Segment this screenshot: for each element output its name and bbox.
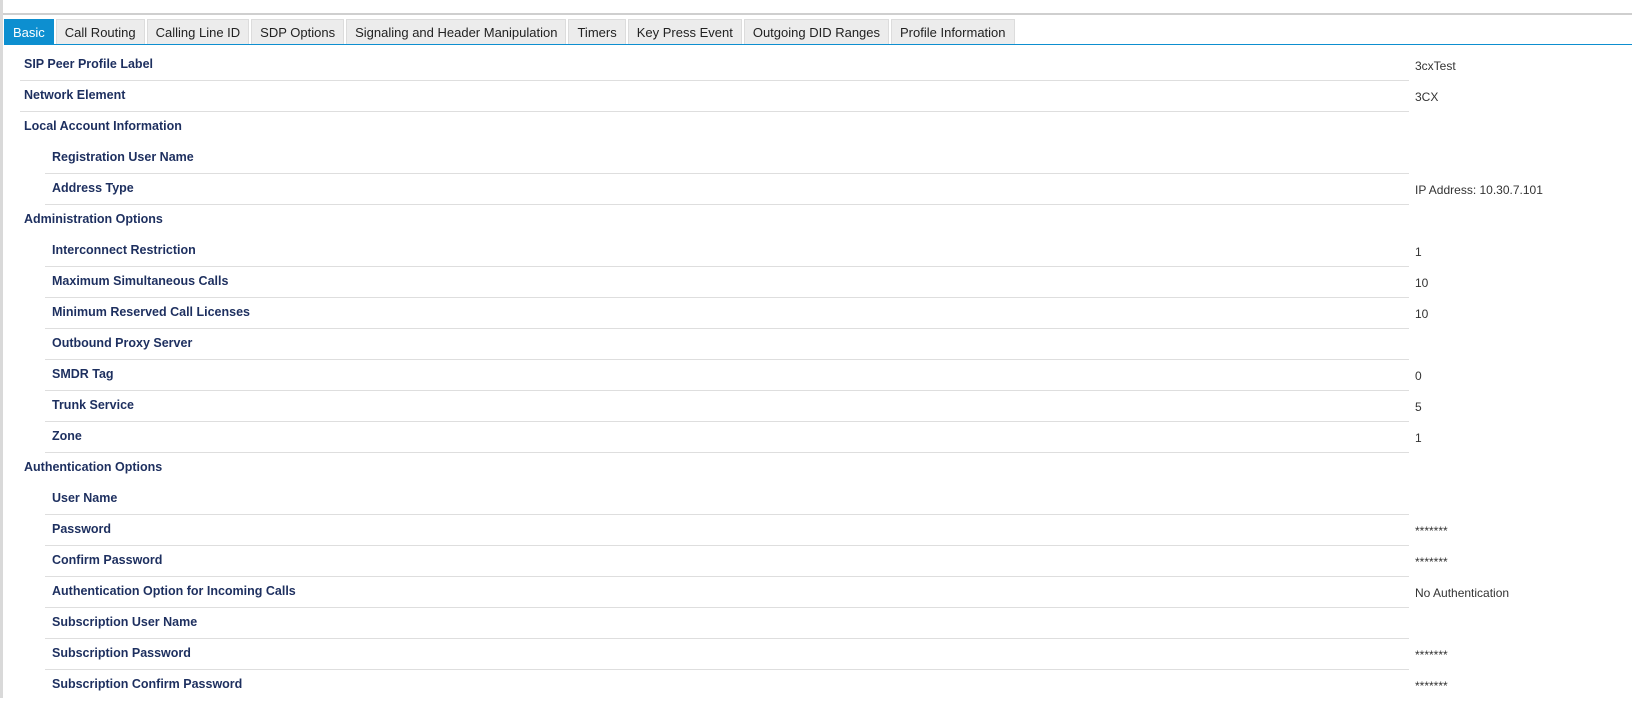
field-value: 1 (1415, 245, 1422, 259)
field-row-user-name: User Name (0, 484, 1632, 515)
field-row-zone: Zone 1 (0, 422, 1632, 453)
field-row-address-type: Address Type IP Address: 10.30.7.101 (0, 174, 1632, 205)
field-label: Authentication Options (24, 460, 163, 474)
field-row-trunk-service: Trunk Service 5 (0, 391, 1632, 422)
field-value: 10 (1415, 276, 1429, 290)
tab-timers[interactable]: Timers (568, 19, 626, 44)
field-label: Outbound Proxy Server (52, 336, 193, 350)
field-row-registration-user-name: Registration User Name (0, 143, 1632, 174)
field-label: Subscription Password (52, 646, 191, 660)
field-label: Trunk Service (52, 398, 134, 412)
field-row-minimum-reserved-call-licenses: Minimum Reserved Call Licenses 10 (0, 298, 1632, 329)
section-row-authentication-options: Authentication Options (0, 453, 1632, 484)
field-label: Network Element (24, 88, 126, 102)
field-label: Registration User Name (52, 150, 194, 164)
field-label: Minimum Reserved Call Licenses (52, 305, 250, 319)
field-label: Password (52, 522, 112, 536)
tab-profile-information[interactable]: Profile Information (891, 19, 1015, 44)
field-label: SMDR Tag (52, 367, 114, 381)
section-row-sip-peer-profile-label: SIP Peer Profile Label 3cxTest (0, 50, 1632, 81)
field-label: Authentication Option for Incoming Calls (52, 584, 296, 598)
field-label: Confirm Password (52, 553, 163, 567)
properties-list: SIP Peer Profile Label 3cxTest Network Ele… (0, 50, 1632, 701)
field-label: Zone (52, 429, 82, 443)
field-label: Local Account Information (24, 119, 182, 133)
field-row-outbound-proxy-server: Outbound Proxy Server (0, 329, 1632, 360)
field-label: Subscription User Name (52, 615, 198, 629)
field-value: 0 (1415, 369, 1422, 383)
tab-key-press-event[interactable]: Key Press Event (627, 19, 742, 44)
field-value: 5 (1415, 400, 1422, 414)
tab-signaling-and-header-manipulation[interactable]: Signaling and Header Manipulation (346, 19, 567, 44)
section-row-network-element: Network Element 3CX (0, 81, 1632, 112)
field-value: 3cxTest (1415, 59, 1456, 73)
field-row-subscription-user-name: Subscription User Name (0, 608, 1632, 639)
field-value: 3CX (1415, 90, 1439, 104)
tab-outgoing-did-ranges[interactable]: Outgoing DID Ranges (743, 19, 890, 44)
field-label: Subscription Confirm Password (52, 677, 243, 691)
field-row-smdr-tag: SMDR Tag 0 (0, 360, 1632, 391)
field-label: Interconnect Restriction (52, 243, 196, 257)
field-value: ******* (1415, 555, 1448, 569)
field-label: User Name (52, 491, 118, 505)
field-row-confirm-password: Confirm Password ******* (0, 546, 1632, 577)
tab-sdp-options[interactable]: SDP Options (251, 19, 345, 44)
section-row-administration-options: Administration Options (0, 205, 1632, 236)
section-row-local-account-information: Local Account Information (0, 112, 1632, 143)
top-divider (3, 13, 1632, 15)
tab-call-routing[interactable]: Call Routing (55, 19, 145, 44)
field-row-password: Password ******* (0, 515, 1632, 546)
field-row-maximum-simultaneous-calls: Maximum Simultaneous Calls 10 (0, 267, 1632, 298)
field-row-authentication-option-for-incoming-calls: Authentication Option for Incoming Calls… (0, 577, 1632, 608)
profile-panel: Basic Call Routing Calling Line ID SDP Opti… (0, 0, 1632, 698)
field-value: IP Address: 10.30.7.101 (1415, 183, 1543, 197)
tab-calling-line-id[interactable]: Calling Line ID (146, 19, 250, 44)
field-label: SIP Peer Profile Label (24, 57, 153, 71)
field-row-interconnect-restriction: Interconnect Restriction 1 (0, 236, 1632, 267)
field-row-subscription-password: Subscription Password ******* (0, 639, 1632, 670)
field-row-subscription-confirm-password: Subscription Confirm Password ******* (0, 670, 1632, 701)
field-value: 10 (1415, 307, 1429, 321)
field-value: 1 (1415, 431, 1422, 445)
field-value: No Authentication (1415, 586, 1510, 600)
tab-bar: Basic Call Routing Calling Line ID SDP Opti… (4, 19, 1015, 45)
field-value: ******* (1415, 648, 1448, 662)
field-value: ******* (1415, 524, 1448, 538)
field-label: Address Type (52, 181, 134, 195)
field-label: Administration Options (24, 212, 163, 226)
field-label: Maximum Simultaneous Calls (52, 274, 229, 288)
tab-basic[interactable]: Basic (4, 19, 54, 44)
field-value: ******* (1415, 679, 1448, 693)
tab-underline (4, 44, 1632, 45)
